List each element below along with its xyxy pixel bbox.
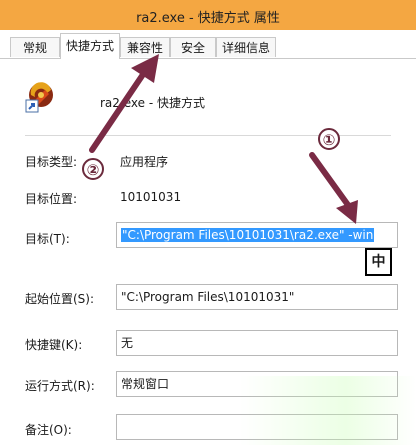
arrow-1 (309, 152, 358, 224)
annotation-arrows (89, 54, 358, 224)
annotation-marker-1: ① (318, 128, 340, 150)
annotation-marker-2: ② (82, 158, 104, 180)
tab-shortcut[interactable]: 快捷方式 (60, 33, 120, 59)
arrow-2 (89, 54, 159, 153)
